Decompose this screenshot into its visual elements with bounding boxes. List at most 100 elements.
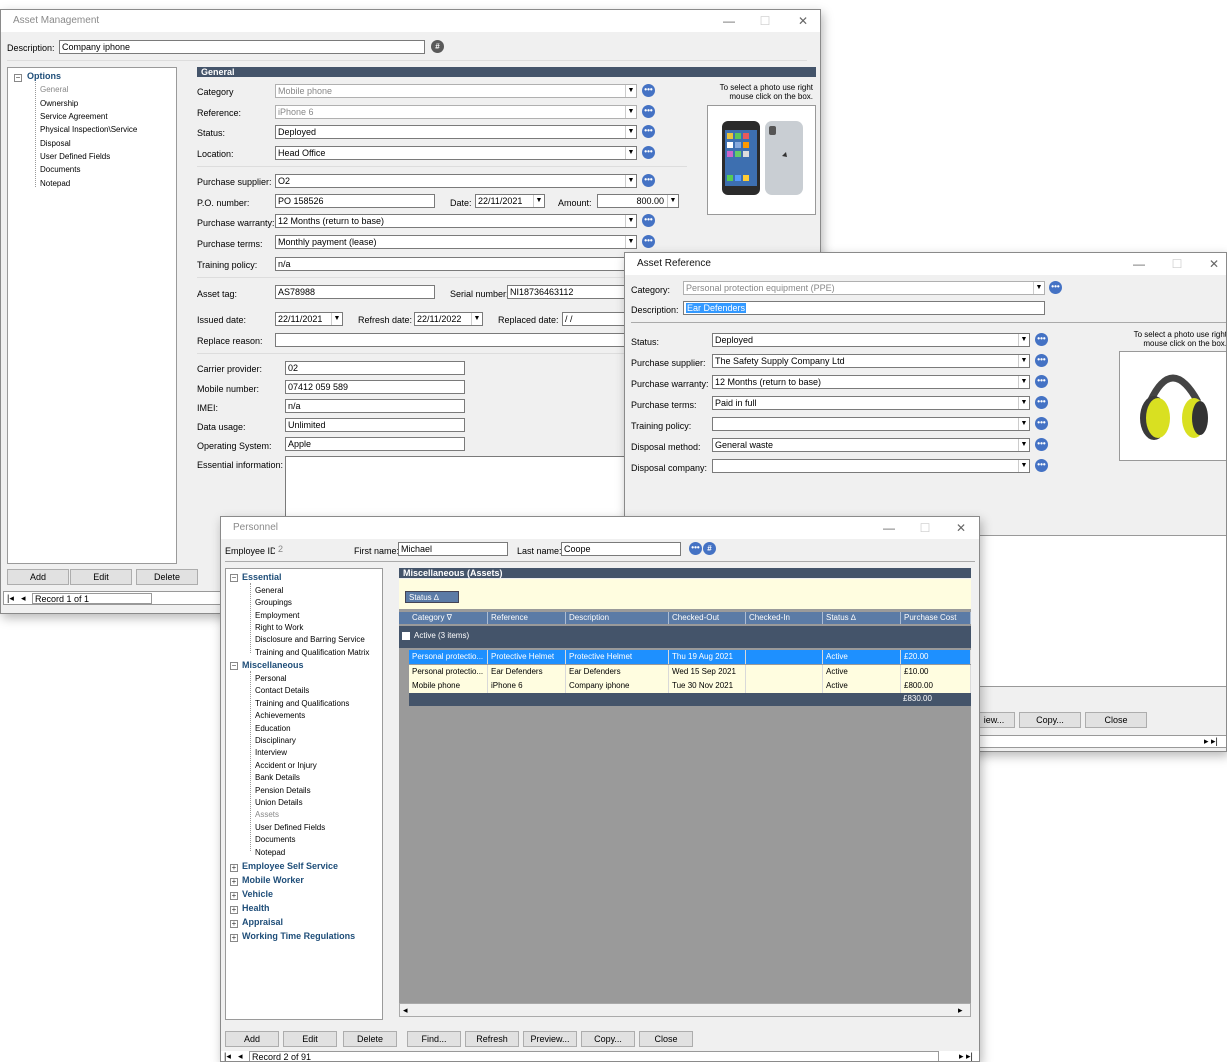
reference-select[interactable]: iPhone 6 ▼: [275, 105, 637, 119]
close-icon[interactable]: ✕: [789, 12, 817, 30]
tree-item[interactable]: Contact Details: [255, 686, 309, 695]
imei-input[interactable]: n/a: [285, 399, 465, 413]
location-select[interactable]: Head Office ▼: [275, 146, 637, 160]
tree-item[interactable]: Disciplinary: [255, 736, 296, 745]
issued-date-picker[interactable]: 22/11/2021 ▼: [275, 312, 343, 326]
date-picker[interactable]: 22/11/2021 ▼: [475, 194, 545, 208]
tree-item[interactable]: Education: [255, 724, 291, 733]
tree-item[interactable]: Disclosure and Barring Service: [255, 635, 365, 644]
expand-icon[interactable]: +: [230, 892, 238, 900]
maximize-icon[interactable]: ☐: [911, 519, 939, 537]
expand-icon[interactable]: +: [230, 878, 238, 886]
hash-icon[interactable]: #: [431, 40, 444, 53]
tree-group[interactable]: Health: [242, 903, 270, 913]
tree-item-ownership[interactable]: Ownership: [40, 99, 78, 108]
tree-item-notepad[interactable]: Notepad: [40, 179, 70, 188]
replace-reason-input[interactable]: [275, 333, 637, 347]
tree-group[interactable]: Working Time Regulations: [242, 931, 355, 941]
supplier-more-icon[interactable]: •••: [642, 174, 655, 187]
warranty-select[interactable]: 12 Months (return to base) ▼: [712, 375, 1030, 389]
training-more-icon[interactable]: •••: [1035, 417, 1048, 430]
tree-item[interactable]: Groupings: [255, 598, 292, 607]
data-usage-input[interactable]: Unlimited: [285, 418, 465, 432]
tree-group[interactable]: Employee Self Service: [242, 861, 338, 871]
record-navigator[interactable]: |◂ ◂ Record 2 of 91 ▸ ▸|: [221, 1051, 979, 1061]
asset-photo-box[interactable]: [707, 105, 816, 215]
description-input[interactable]: Company iphone: [59, 40, 425, 54]
warranty-more-icon[interactable]: •••: [642, 214, 655, 227]
next-record-icon[interactable]: ▸ ▸|: [1204, 736, 1218, 747]
close-button[interactable]: Close: [639, 1031, 693, 1047]
disposal-company-select[interactable]: ▼: [712, 459, 1030, 473]
edit-button[interactable]: Edit: [70, 569, 132, 585]
tree-group[interactable]: Vehicle: [242, 889, 273, 899]
hash-icon[interactable]: #: [703, 542, 716, 555]
expand-icon[interactable]: +: [230, 864, 238, 872]
tree-item[interactable]: Employment: [255, 611, 299, 620]
tree-item[interactable]: Documents: [255, 835, 295, 844]
prev-record-icon[interactable]: ◂: [238, 1051, 243, 1061]
add-button[interactable]: Add: [7, 569, 69, 585]
maximize-icon[interactable]: ☐: [751, 12, 779, 30]
expand-icon[interactable]: +: [230, 934, 238, 942]
group-expand-icon[interactable]: [402, 632, 410, 640]
collapse-misc-icon[interactable]: −: [230, 662, 238, 670]
category-select[interactable]: Personal protection equipment (PPE) ▼: [683, 281, 1045, 295]
add-button[interactable]: Add: [225, 1031, 279, 1047]
category-more-icon[interactable]: •••: [642, 84, 655, 97]
expand-icon[interactable]: +: [230, 906, 238, 914]
minimize-icon[interactable]: —: [715, 12, 743, 30]
tree-item[interactable]: Pension Details: [255, 786, 311, 795]
delete-button[interactable]: Delete: [343, 1031, 397, 1047]
tree-item[interactable]: Interview: [255, 748, 287, 757]
minimize-icon[interactable]: —: [875, 519, 903, 537]
tree-header-options[interactable]: Options: [27, 71, 61, 81]
asset-tag-input[interactable]: AS78988: [275, 285, 435, 299]
tree-item-service-agreement[interactable]: Service Agreement: [40, 112, 108, 121]
more-icon[interactable]: •••: [689, 542, 702, 555]
supplier-select[interactable]: O2 ▼: [275, 174, 637, 188]
tree-group[interactable]: Mobile Worker: [242, 875, 304, 885]
copy-button[interactable]: Copy...: [1019, 712, 1081, 728]
location-more-icon[interactable]: •••: [642, 146, 655, 159]
tree-group[interactable]: Appraisal: [242, 917, 283, 927]
first-record-icon[interactable]: |◂: [7, 593, 14, 604]
column-header[interactable]: Checked-In: [746, 612, 823, 624]
category-more-icon[interactable]: •••: [1049, 281, 1062, 294]
expand-icon[interactable]: +: [230, 920, 238, 928]
refresh-date-picker[interactable]: 22/11/2022 ▼: [414, 312, 483, 326]
tree-item[interactable]: Union Details: [255, 798, 303, 807]
po-input[interactable]: PO 158526: [275, 194, 435, 208]
status-more-icon[interactable]: •••: [642, 125, 655, 138]
scroll-left-icon[interactable]: ◂: [403, 1005, 408, 1016]
warranty-select[interactable]: 12 Months (return to base) ▼: [275, 214, 637, 228]
first-record-icon[interactable]: |◂: [224, 1051, 231, 1061]
tree-miscellaneous[interactable]: Miscellaneous: [242, 660, 304, 670]
status-select[interactable]: Deployed ▼: [712, 333, 1030, 347]
tree-item[interactable]: Bank Details: [255, 773, 300, 782]
column-header[interactable]: Status ∆: [823, 612, 901, 624]
carrier-input[interactable]: 02: [285, 361, 465, 375]
minimize-icon[interactable]: —: [1125, 255, 1153, 273]
edit-button[interactable]: Edit: [283, 1031, 337, 1047]
close-icon[interactable]: ✕: [947, 519, 975, 537]
copy-button[interactable]: Copy...: [581, 1031, 635, 1047]
reference-record-nav[interactable]: ▸ ▸|: [979, 735, 1226, 748]
prev-record-icon[interactable]: ◂: [21, 593, 26, 604]
first-name-input[interactable]: Michael: [398, 542, 508, 556]
tree-item-disposal[interactable]: Disposal: [40, 139, 71, 148]
status-select[interactable]: Deployed ▼: [275, 125, 637, 139]
delete-button[interactable]: Delete: [136, 569, 198, 585]
tree-item[interactable]: Assets: [255, 810, 279, 819]
refresh-button[interactable]: Refresh: [465, 1031, 519, 1047]
supplier-more-icon[interactable]: •••: [1035, 354, 1048, 367]
disposal-method-more-icon[interactable]: •••: [1035, 438, 1048, 451]
tree-item[interactable]: Training and Qualification Matrix: [255, 648, 369, 657]
disposal-method-select[interactable]: General waste ▼: [712, 438, 1030, 452]
terms-select[interactable]: Monthly payment (lease) ▼: [275, 235, 637, 249]
scroll-right-icon[interactable]: ▸: [958, 1005, 963, 1016]
tree-item[interactable]: Notepad: [255, 848, 285, 857]
column-header[interactable]: Category ∇: [409, 612, 488, 624]
tree-item-physical-inspection[interactable]: Physical Inspection\Service: [40, 125, 137, 134]
close-icon[interactable]: ✕: [1200, 255, 1226, 273]
